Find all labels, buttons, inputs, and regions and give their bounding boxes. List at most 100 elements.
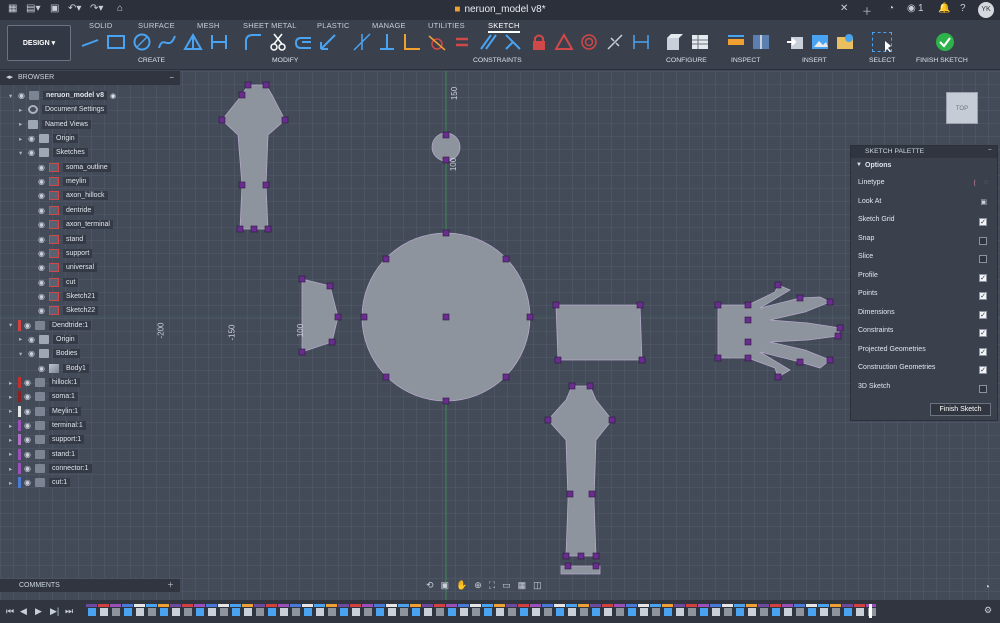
finish-sketch-icon[interactable] — [935, 32, 955, 52]
visibility-eye-icon[interactable]: ◉ — [28, 148, 39, 157]
browser-item-stand[interactable]: ◉ stand — [29, 233, 87, 246]
visibility-eye-icon[interactable]: ◉ — [38, 278, 49, 287]
panel-grip-icon[interactable]: ◂▸ — [6, 73, 13, 81]
browser-item-axon-hillock[interactable]: ◉ axon_hillock — [29, 189, 108, 202]
visibility-eye-icon[interactable]: ◉ — [24, 407, 35, 416]
options-chevron-icon[interactable]: ▼ — [856, 162, 862, 168]
options-section[interactable]: ▼ Options — [851, 158, 997, 174]
visibility-eye-icon[interactable]: ◉ — [28, 335, 39, 344]
visibility-eye-icon[interactable]: ◉ — [24, 450, 35, 459]
browser-item-neruon-model-v8[interactable]: ▾ ◉ neruon_model v8 ◉ — [9, 89, 116, 102]
visibility-eye-icon[interactable]: ◉ — [38, 206, 49, 215]
browser-item-body1[interactable]: ◉ Body1 — [29, 362, 89, 375]
browser-item-support[interactable]: ◉ support — [29, 247, 93, 260]
table-configure-icon[interactable] — [690, 32, 710, 52]
palette-row-profile[interactable]: Profile ✓ — [858, 272, 992, 286]
tangent-constraint-icon[interactable] — [427, 32, 447, 52]
browser-item-stand-1[interactable]: ▸ ◉ stand:1 — [9, 448, 78, 461]
browser-item-origin[interactable]: ▸ ◉ Origin — [19, 333, 78, 346]
browser-item-hillock-1[interactable]: ▸ ◉ hillock:1 — [9, 376, 81, 389]
timeline-play-icon[interactable]: ▶ — [35, 606, 42, 617]
insert-derive-icon[interactable] — [785, 32, 805, 52]
snap-checkbox[interactable] — [979, 236, 987, 245]
visibility-eye-icon[interactable]: ◉ — [38, 306, 49, 315]
look-at-icon[interactable]: ▣ — [441, 580, 450, 591]
active-radio-icon[interactable]: ◉ — [110, 92, 116, 100]
3d-sketch-checkbox[interactable] — [979, 384, 987, 393]
palette-collapse-icon[interactable]: − — [988, 147, 992, 154]
pan-icon[interactable]: ✋ — [456, 580, 467, 591]
circle-tool-icon[interactable] — [132, 32, 152, 52]
inspect-menu[interactable]: INSPECT — [731, 57, 760, 64]
display-settings-icon[interactable]: ▭ — [502, 580, 511, 591]
timeline-back-icon[interactable]: ◀ — [20, 606, 27, 617]
constraints-menu[interactable]: CONSTRAINTS — [473, 57, 522, 64]
browser-item-dendtride-1[interactable]: ▾ ◉ Dendtride:1 — [9, 319, 92, 332]
zoom-icon[interactable]: ⊕ — [474, 580, 482, 591]
visibility-eye-icon[interactable]: ◉ — [24, 321, 35, 330]
insert-mcmaster-icon[interactable] — [835, 32, 855, 52]
expand-chevron-right-icon[interactable]: ▸ — [9, 450, 18, 458]
trim-tool-icon[interactable] — [268, 32, 288, 52]
sketch-dimension-icon[interactable] — [631, 32, 651, 52]
expand-chevron-right-icon[interactable]: ▸ — [19, 106, 28, 114]
browser-item-sketch21[interactable]: ◉ Sketch21 — [29, 290, 99, 303]
comments-panel[interactable]: COMMENTS ＋ — [0, 579, 180, 592]
tab-solid[interactable]: SOLID — [89, 21, 113, 30]
browser-item-universal[interactable]: ◉ universal — [29, 261, 98, 274]
measure-icon[interactable] — [726, 32, 746, 52]
expand-chevron-right-icon[interactable]: ▸ — [9, 407, 18, 415]
browser-item-origin[interactable]: ▸ ◉ Origin — [19, 132, 78, 145]
browser-item-soma-1[interactable]: ▸ ◉ soma:1 — [9, 390, 78, 403]
palette-row-snap[interactable]: Snap — [858, 235, 992, 249]
visibility-eye-icon[interactable]: ◉ — [38, 292, 49, 301]
view-cube[interactable]: TOP — [946, 92, 978, 124]
expand-chevron-right-icon[interactable]: ▸ — [9, 379, 18, 387]
palette-row-projected-geometries[interactable]: Projected Geometries ✓ — [858, 346, 992, 360]
insert-canvas-icon[interactable] — [810, 32, 830, 52]
timeline-track[interactable] — [86, 604, 876, 618]
expand-chevron-right-icon[interactable]: ▸ — [9, 465, 18, 473]
visibility-eye-icon[interactable]: ◉ — [24, 478, 35, 487]
construction-geometries-checkbox[interactable]: ✓ — [979, 366, 987, 374]
tab-mesh[interactable]: MESH — [197, 21, 219, 30]
browser-item-sketches[interactable]: ▾ ◉ Sketches — [19, 146, 88, 159]
help-circle-icon[interactable]: ◔ — [984, 582, 990, 593]
fix-constraint-icon[interactable] — [529, 32, 549, 52]
coincident-constraint-icon[interactable] — [352, 32, 372, 52]
mirror-tool-icon[interactable] — [209, 32, 229, 52]
palette-row-dimensions[interactable]: Dimensions ✓ — [858, 309, 992, 323]
expand-chevron-right-icon[interactable]: ▸ — [9, 436, 18, 444]
palette-row-slice[interactable]: Slice — [858, 253, 992, 267]
grid-settings-icon[interactable]: ▦ — [518, 580, 527, 591]
browser-item-meylin[interactable]: ◉ meylin — [29, 175, 90, 188]
tab-sheet-metal[interactable]: SHEET METAL — [243, 21, 297, 30]
offset-tool-icon[interactable] — [293, 32, 313, 52]
finish-sketch-menu[interactable]: FINISH SKETCH — [916, 57, 968, 64]
timeline-settings-icon[interactable]: ⚙ — [984, 605, 992, 616]
visibility-eye-icon[interactable]: ◉ — [38, 177, 49, 186]
browser-item-dentride[interactable]: ◉ dentride — [29, 204, 95, 217]
concentric-constraint-icon[interactable] — [579, 32, 599, 52]
slice-checkbox[interactable] — [979, 255, 987, 263]
browser-item-sketch22[interactable]: ◉ Sketch22 — [29, 304, 99, 317]
job-status-icon[interactable]: ◔ — [888, 3, 894, 14]
expand-chevron-down-icon[interactable]: ▾ — [9, 92, 18, 100]
workspace-switcher[interactable]: DESIGN ▾ — [7, 25, 71, 61]
finish-sketch-button[interactable]: Finish Sketch — [930, 403, 991, 416]
look-at-icon[interactable]: ▣ — [980, 198, 987, 206]
palette-row-constraints[interactable]: Constraints ✓ — [858, 327, 992, 341]
constraints-checkbox[interactable]: ✓ — [979, 329, 987, 337]
timeline-forward-icon[interactable]: ▶| — [50, 606, 59, 617]
browser-item-meylin-1[interactable]: ▸ ◉ Meylin:1 — [9, 405, 82, 418]
browser-item-bodies[interactable]: ▾ ◉ Bodies — [19, 347, 81, 360]
points-checkbox[interactable]: ✓ — [979, 292, 987, 300]
tab-surface[interactable]: SURFACE — [138, 21, 175, 30]
timeline-start-icon[interactable]: ⏮ — [6, 606, 14, 617]
visibility-eye-icon[interactable]: ◉ — [38, 263, 49, 272]
user-avatar[interactable]: YK — [978, 2, 994, 18]
timeline-end-icon[interactable]: ⏭ — [65, 606, 73, 617]
notifications-icon[interactable]: ◉ — [907, 3, 916, 14]
palette-row-points[interactable]: Points ✓ — [858, 290, 992, 304]
expand-chevron-right-icon[interactable]: ▸ — [19, 120, 28, 128]
